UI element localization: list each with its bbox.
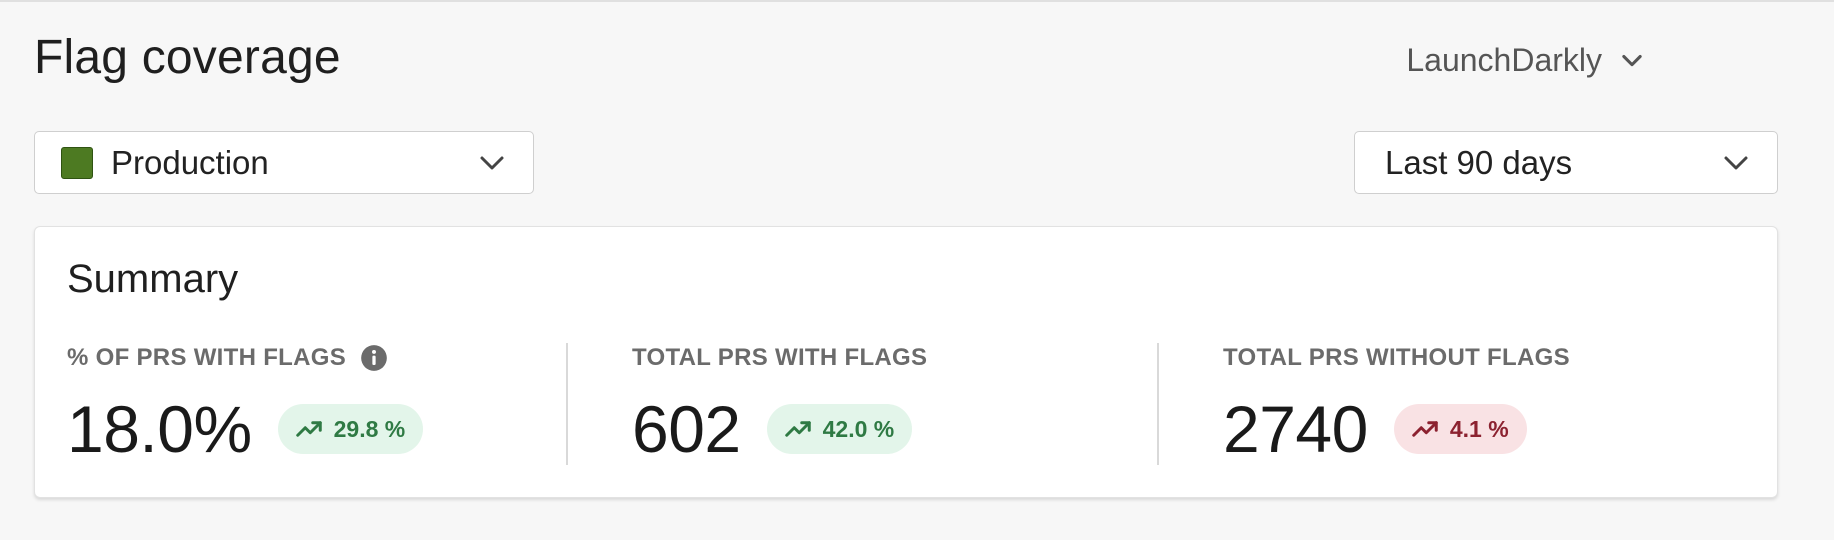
change-value: 4.1 % xyxy=(1449,415,1509,442)
provider-dropdown[interactable]: LaunchDarkly xyxy=(1406,40,1646,80)
metric-value: 18.0% xyxy=(67,392,252,466)
environment-select[interactable]: Production xyxy=(34,131,534,194)
summary-card: Summary % OF PRS WITH FLAGS 18.0% 29.8 %… xyxy=(34,226,1778,498)
top-border xyxy=(0,0,1834,2)
page-title: Flag coverage xyxy=(34,31,341,84)
metric-pct-prs-with-flags: % OF PRS WITH FLAGS 18.0% 29.8 % xyxy=(67,343,424,466)
environment-color-swatch xyxy=(61,146,93,179)
change-badge: 42.0 % xyxy=(766,404,913,454)
trending-up-icon xyxy=(295,421,322,437)
metric-total-prs-with-flags: TOTAL PRS WITH FLAGS 602 42.0 % xyxy=(632,343,927,465)
date-range-select[interactable]: Last 90 days xyxy=(1354,131,1778,194)
summary-title: Summary xyxy=(67,257,239,301)
change-value: 29.8 % xyxy=(333,415,406,442)
change-value: 42.0 % xyxy=(822,415,895,442)
change-badge: 29.8 % xyxy=(277,404,424,454)
environment-label: Production xyxy=(111,143,269,181)
metric-value: 2740 xyxy=(1223,392,1368,466)
provider-label: LaunchDarkly xyxy=(1406,41,1602,78)
metric-value: 602 xyxy=(632,392,741,466)
trending-up-icon xyxy=(784,421,811,437)
metric-label: TOTAL PRS WITHOUT FLAGS xyxy=(1223,344,1570,371)
chevron-down-icon xyxy=(1622,54,1642,67)
chevron-down-icon xyxy=(480,156,504,169)
trending-up-icon xyxy=(1412,421,1438,437)
metric-label: % OF PRS WITH FLAGS xyxy=(67,343,423,373)
change-badge: 4.1 % xyxy=(1393,404,1527,454)
divider xyxy=(1157,343,1159,465)
metric-label: TOTAL PRS WITH FLAGS xyxy=(632,344,928,371)
date-range-label: Last 90 days xyxy=(1385,143,1573,181)
divider xyxy=(566,343,568,465)
metric-total-prs-without-flags: TOTAL PRS WITHOUT FLAGS 2740 4.1 % xyxy=(1223,343,1570,465)
chevron-down-icon xyxy=(1724,156,1748,169)
metric-label-text: % OF PRS WITH FLAGS xyxy=(67,344,347,371)
info-icon[interactable] xyxy=(360,344,388,372)
